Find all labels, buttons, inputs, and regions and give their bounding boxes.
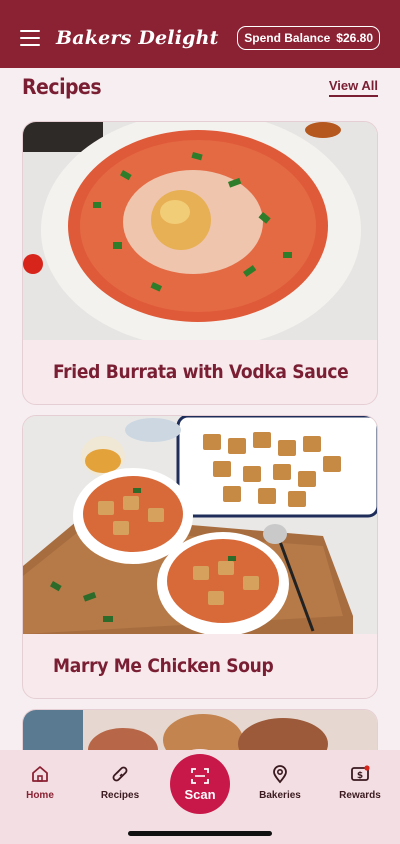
recipe-image (23, 122, 377, 340)
view-all-link[interactable]: View All (328, 78, 378, 97)
nav-home-label: Home (26, 790, 54, 801)
burrata-dish-image (23, 122, 377, 340)
app-header: Bakers Delight Spend Balance $26.80 (0, 0, 400, 68)
scan-label: Scan (184, 786, 216, 802)
svg-text:$: $ (357, 771, 363, 781)
recipe-card[interactable]: Fried Burrata with Vodka Sauce (22, 121, 378, 405)
spend-balance-label: Spend Balance (244, 31, 331, 45)
scan-icon (191, 767, 209, 784)
nav-bakeries[interactable]: Bakeries (245, 764, 315, 801)
menu-icon[interactable] (20, 30, 40, 46)
nav-bakeries-label: Bakeries (259, 790, 301, 801)
scan-button[interactable]: Scan (170, 754, 230, 814)
nav-rewards-label: Rewards (339, 790, 381, 801)
recipe-title: Fried Burrata with Vodka Sauce (53, 361, 349, 383)
spend-balance-value: $26.80 (336, 31, 373, 45)
location-pin-icon (273, 765, 287, 784)
home-icon (32, 766, 48, 782)
nav-home[interactable]: Home (5, 764, 75, 801)
recipe-card[interactable]: Marry Me Chicken Soup (22, 415, 378, 699)
spend-balance-button[interactable]: Spend Balance $26.80 (237, 26, 380, 50)
recipe-image (23, 416, 377, 634)
recipe-title: Marry Me Chicken Soup (53, 655, 274, 677)
baguette-icon (112, 766, 128, 782)
home-indicator (128, 831, 272, 836)
rewards-card-icon: $ (351, 765, 370, 781)
nav-rewards[interactable]: $ Rewards (325, 764, 395, 801)
recipes-section-header: Recipes View All (22, 72, 378, 102)
chicken-soup-image (23, 416, 377, 634)
nav-recipes[interactable]: Recipes (85, 764, 155, 801)
nav-recipes-label: Recipes (100, 790, 140, 801)
section-title: Recipes (22, 75, 102, 99)
brand-logo: Bakers Delight (56, 27, 219, 49)
